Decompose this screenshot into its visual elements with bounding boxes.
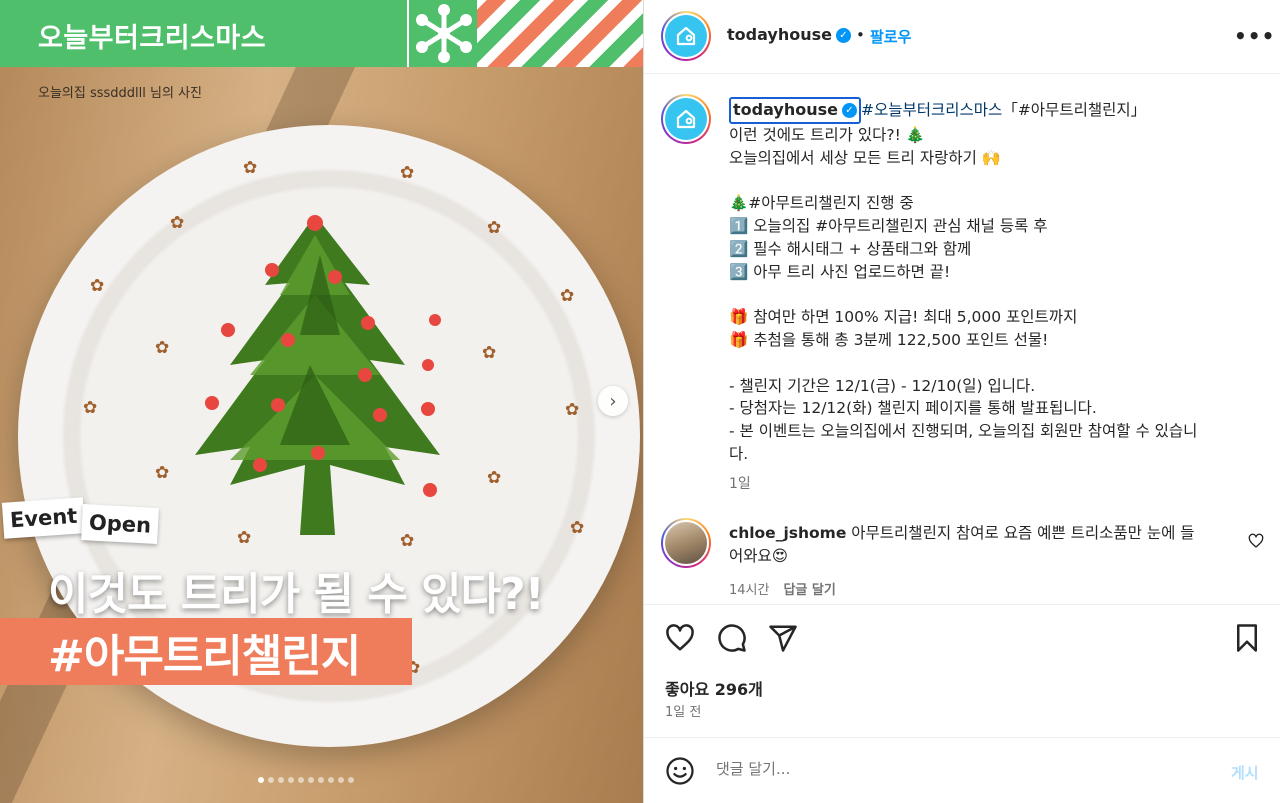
plate-motif: ✿ [400, 163, 415, 183]
snowflake-icon [407, 0, 477, 67]
carousel-dot [268, 777, 274, 783]
post-header: todayhouse ✓ • 팔로우 ••• [644, 0, 1280, 74]
caption-line: 다. [729, 444, 749, 463]
caption-line: 2️⃣ 필수 해시태그 + 상품태그와 함께 [729, 239, 972, 258]
comment-meta: 14시간 답글 달기 [729, 579, 836, 598]
plate-motif: ✿ [482, 343, 497, 363]
candy-stripes [477, 0, 643, 67]
carousel-dot [338, 777, 344, 783]
hashtag-banner-text: #아무트리챌린지 [48, 631, 361, 682]
caption-text: todayhouse ✓ #오늘부터크리스마스「#아무트리챌린지」 이런 것에도 트… [729, 97, 1249, 466]
caption-line: - 챌린지 기간은 12/1(금) - 12/10(일) 입니다. [729, 376, 1036, 395]
caption-line: 🎁 추첨을 통해 총 3분께 122,500 포인트 선물! [729, 330, 1049, 349]
media-headline: 이것도 트리가 될 수 있다?! [48, 569, 545, 620]
comment-text-line2: 어와요😍 [729, 547, 788, 565]
comment-text: chloe_jshome 아무트리챌린지 참여로 요즘 예쁜 트리소품만 눈에 … [729, 522, 1229, 568]
post-comment-button[interactable]: 게시 [1231, 762, 1259, 783]
caption-first-line-rest: 「#아무트리챌린지」 [1002, 101, 1147, 119]
verified-badge-icon: ✓ [835, 28, 851, 43]
plate-motif: ✿ [560, 286, 575, 306]
plate-motif: ✿ [90, 276, 105, 296]
verified-badge-icon: ✓ [841, 103, 857, 118]
follow-button[interactable]: 팔로우 [870, 26, 911, 47]
caption-username-text[interactable]: todayhouse [733, 100, 838, 119]
post-side-panel: todayhouse ✓ • 팔로우 ••• todayhouse ✓ #오늘부터크리… [643, 0, 1280, 803]
instagram-post: 오늘부터크리스마스 ✿ ✿ ✿ ✿ ✿ ✿ ✿ ✿ ✿ ✿ ✿ ✿ ✿ ✿ ✿ … [0, 0, 1280, 803]
like-count[interactable]: 좋아요 296개 [665, 676, 763, 700]
more-options-icon[interactable]: ••• [1234, 24, 1275, 48]
caption-line: 3️⃣ 아무 트리 사진 업로드하면 끝! [729, 262, 951, 281]
comment-username[interactable]: chloe_jshome [729, 524, 846, 542]
smiley-icon[interactable] [665, 756, 695, 786]
event-label: Event [1, 497, 86, 539]
caption-line: 1️⃣ 오늘의집 #아무트리챌린지 관심 채널 등록 후 [729, 216, 1048, 235]
carousel-indicator [258, 777, 354, 783]
action-bar [644, 604, 1280, 737]
reply-button[interactable]: 답글 달기 [783, 583, 835, 598]
carousel-next-button[interactable]: › [598, 386, 628, 416]
plate-motif: ✿ [487, 218, 502, 238]
plate-motif: ✿ [565, 400, 580, 420]
carousel-dot [318, 777, 324, 783]
caption-line: - 당첨자는 12/12(화) 챌린지 페이지를 통해 발표됩니다. [729, 399, 1097, 418]
chevron-right-icon: › [609, 390, 617, 412]
carousel-dot [328, 777, 334, 783]
caption-line [729, 352, 1249, 375]
carousel-dot [258, 777, 264, 783]
caption-time[interactable]: 1일 [729, 473, 751, 493]
todayhouse-logo-icon [676, 26, 696, 46]
caption-first-line: todayhouse ✓ #오늘부터크리스마스「#아무트리챌린지」 [729, 97, 1249, 124]
caption-line: 오늘의집에서 세상 모든 트리 자랑하기 🙌 [729, 148, 1002, 167]
header-separator: • [856, 26, 865, 44]
commenter-avatar[interactable] [661, 518, 711, 568]
commenter-photo [663, 520, 709, 566]
heart-icon[interactable] [665, 623, 695, 653]
bookmark-icon[interactable] [1232, 623, 1262, 653]
caption-line: - 본 이벤트는 오늘의집에서 진행되며, 오늘의집 회원만 참여할 수 있습니 [729, 422, 1198, 441]
todayhouse-logo-icon [676, 109, 696, 129]
caption-line: 🎄#아무트리챌린지 진행 중 [729, 194, 914, 213]
post-media[interactable]: 오늘부터크리스마스 ✿ ✿ ✿ ✿ ✿ ✿ ✿ ✿ ✿ ✿ ✿ ✿ ✿ ✿ ✿ … [0, 0, 643, 803]
comment-icon[interactable] [717, 623, 747, 653]
comment-input[interactable] [716, 760, 1196, 778]
caption-username[interactable]: todayhouse ✓ [729, 97, 861, 124]
header-username-link[interactable]: todayhouse ✓ [727, 25, 851, 44]
caption-line [729, 283, 1249, 306]
carousel-dot [288, 777, 294, 783]
caption-avatar[interactable] [661, 94, 711, 144]
carousel-dot [308, 777, 314, 783]
comment-time[interactable]: 14시간 [729, 583, 769, 598]
plate-motif: ✿ [487, 468, 502, 488]
open-label: Open [81, 504, 159, 544]
caption-line [729, 169, 1249, 192]
photo-credit: 오늘의집 sssdddlll 님의 사진 [38, 86, 202, 101]
seaweed-tree-image [195, 215, 441, 535]
profile-avatar[interactable] [661, 11, 711, 61]
plate-motif: ✿ [83, 398, 98, 418]
carousel-dot [348, 777, 354, 783]
hashtag-link[interactable]: #오늘부터크리스마스 [861, 101, 1002, 119]
plate-motif: ✿ [155, 338, 170, 358]
post-date[interactable]: 1일 전 [665, 701, 701, 720]
header-username[interactable]: todayhouse [727, 25, 832, 44]
plate-motif: ✿ [243, 158, 258, 178]
carousel-dot [298, 777, 304, 783]
banner-title: 오늘부터크리스마스 [38, 23, 267, 54]
carousel-dot [278, 777, 284, 783]
comment-text-line1: 아무트리챌린지 참여로 요즘 예쁜 트리소품만 눈에 들 [846, 524, 1195, 542]
caption-line: 이런 것에도 트리가 있다?! 🎄 [729, 125, 926, 144]
plate-motif: ✿ [155, 463, 170, 483]
comment-like-heart-icon[interactable] [1248, 533, 1264, 549]
plate-motif: ✿ [570, 518, 585, 538]
send-icon[interactable] [768, 623, 798, 653]
caption-line: 🎁 참여만 하면 100% 지급! 최대 5,000 포인트까지 [729, 308, 1078, 327]
